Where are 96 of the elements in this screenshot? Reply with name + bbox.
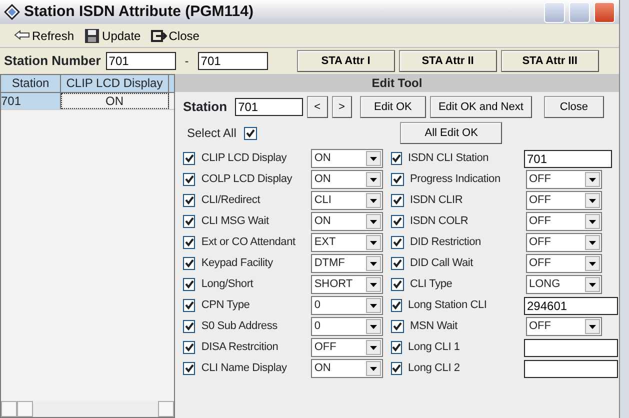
dropdown[interactable]: OFF bbox=[526, 191, 602, 210]
text-field[interactable] bbox=[524, 338, 618, 356]
checkbox[interactable] bbox=[391, 215, 404, 228]
field-label: ISDN CLI Station bbox=[408, 151, 490, 166]
checkbox[interactable] bbox=[391, 152, 402, 165]
field-label: Long CLI 2 bbox=[408, 361, 461, 376]
checkbox[interactable] bbox=[391, 278, 404, 291]
field-label: ISDN CLIR bbox=[410, 193, 464, 208]
checkbox[interactable] bbox=[391, 299, 402, 312]
field-label: Keypad Facility bbox=[201, 256, 274, 272]
checkbox[interactable] bbox=[391, 194, 404, 207]
dropdown[interactable]: SHORT bbox=[311, 275, 383, 294]
toolbar-button[interactable]: Close bbox=[150, 26, 200, 44]
window-title: Station ISDN Attribute (PGM114) bbox=[24, 2, 254, 22]
station-label: Station bbox=[183, 98, 228, 116]
dropdown[interactable]: ON bbox=[311, 170, 383, 189]
checkbox[interactable] bbox=[391, 320, 404, 333]
field-label: Ext or CO Attendant bbox=[201, 235, 296, 250]
checkbox[interactable] bbox=[183, 194, 196, 207]
checkbox[interactable] bbox=[391, 257, 404, 270]
checkbox[interactable] bbox=[183, 362, 196, 375]
checkbox[interactable] bbox=[183, 215, 196, 228]
dropdown[interactable]: OFF bbox=[311, 338, 383, 357]
close-button[interactable]: Close bbox=[544, 96, 604, 118]
dropdown[interactable]: 0 bbox=[311, 296, 383, 315]
checkbox[interactable] bbox=[391, 173, 404, 186]
field-label: DISA Restrcition bbox=[201, 340, 280, 356]
dropdown[interactable]: OFF bbox=[526, 233, 602, 252]
nav-button[interactable]: < bbox=[307, 96, 328, 118]
station-field[interactable]: 701 bbox=[235, 98, 304, 116]
column-header: Station bbox=[1, 75, 61, 92]
section-header: Edit Tool bbox=[175, 74, 619, 92]
field-label: Progress Indication bbox=[410, 172, 502, 188]
station-to-field[interactable]: 701 bbox=[198, 52, 268, 70]
dropdown[interactable]: ON bbox=[311, 212, 383, 231]
field-label: DID Call Wait bbox=[410, 256, 474, 272]
station-from-field[interactable]: 701 bbox=[106, 52, 176, 70]
dropdown[interactable]: OFF bbox=[526, 254, 602, 273]
app-icon bbox=[4, 4, 20, 20]
checkbox[interactable] bbox=[183, 236, 196, 249]
range-separator: - bbox=[184, 53, 190, 70]
exit-icon bbox=[150, 28, 167, 44]
checkbox[interactable] bbox=[183, 299, 196, 312]
field-label: Long CLI 1 bbox=[408, 340, 461, 356]
horizontal-scrollbar[interactable] bbox=[1, 401, 174, 417]
field-label: MSN Wait bbox=[410, 319, 459, 334]
checkbox[interactable] bbox=[391, 341, 402, 354]
dropdown[interactable]: LONG bbox=[526, 275, 602, 294]
checkbox[interactable] bbox=[183, 278, 196, 291]
text-field[interactable]: 294601 bbox=[524, 296, 618, 314]
field-label: CLI Name Display bbox=[201, 361, 288, 376]
text-field[interactable]: 701 bbox=[524, 150, 612, 168]
dropdown[interactable]: ON bbox=[311, 149, 383, 168]
attribute-button[interactable]: STA Attr III bbox=[500, 50, 599, 72]
checkbox[interactable] bbox=[244, 126, 258, 140]
toolbar-button[interactable]: Update bbox=[84, 26, 141, 44]
dropdown[interactable]: OFF bbox=[526, 212, 602, 231]
column-header: CLIP LCD Display bbox=[61, 75, 169, 92]
attribute-button[interactable]: STA Attr II bbox=[398, 50, 497, 72]
attribute-button[interactable]: STA Attr I bbox=[296, 50, 395, 72]
dropdown[interactable]: DTMF bbox=[311, 254, 383, 273]
dropdown[interactable]: EXT bbox=[311, 233, 383, 252]
dropdown[interactable]: OFF bbox=[526, 317, 602, 336]
checkbox[interactable] bbox=[183, 341, 196, 354]
field-label: CLI/Redirect bbox=[201, 193, 262, 208]
table-cell: 701 bbox=[1, 93, 61, 109]
field-label: Long Station CLI bbox=[408, 298, 488, 314]
dropdown[interactable]: 0 bbox=[311, 317, 383, 336]
field-label: S0 Sub Address bbox=[201, 319, 278, 334]
field-label: CPN Type bbox=[201, 298, 251, 314]
field-label: CLI Type bbox=[410, 277, 454, 292]
edit-ok-button[interactable]: Edit OK bbox=[360, 96, 426, 118]
checkbox[interactable] bbox=[183, 152, 196, 165]
field-label: ISDN COLR bbox=[410, 214, 470, 230]
field-label: Long/Short bbox=[201, 277, 254, 292]
close-button[interactable] bbox=[594, 2, 615, 22]
checkbox[interactable] bbox=[183, 257, 196, 270]
field-label: COLP LCD Display bbox=[201, 172, 294, 188]
field-label: CLIP LCD Display bbox=[201, 151, 288, 166]
field-label: CLI MSG Wait bbox=[201, 214, 270, 230]
select-all-label: Select All bbox=[187, 125, 236, 142]
station-number-label: Station Number bbox=[4, 52, 101, 70]
checkbox[interactable] bbox=[183, 173, 196, 186]
nav-button[interactable]: > bbox=[332, 96, 352, 118]
field-label: DID Restriction bbox=[410, 235, 482, 250]
text-field[interactable] bbox=[524, 360, 618, 378]
dropdown[interactable]: CLI bbox=[311, 191, 383, 210]
all-edit-ok-button[interactable]: All Edit OK bbox=[400, 122, 502, 144]
table-cell: ON bbox=[61, 93, 169, 109]
checkbox[interactable] bbox=[391, 236, 404, 249]
checkbox[interactable] bbox=[183, 320, 196, 333]
toolbar-button[interactable]: Refresh bbox=[14, 26, 74, 44]
edit-ok-next-button[interactable]: Edit OK and Next bbox=[430, 96, 532, 118]
dropdown[interactable]: ON bbox=[311, 359, 383, 378]
checkbox[interactable] bbox=[391, 362, 402, 375]
dropdown[interactable]: OFF bbox=[526, 170, 602, 189]
